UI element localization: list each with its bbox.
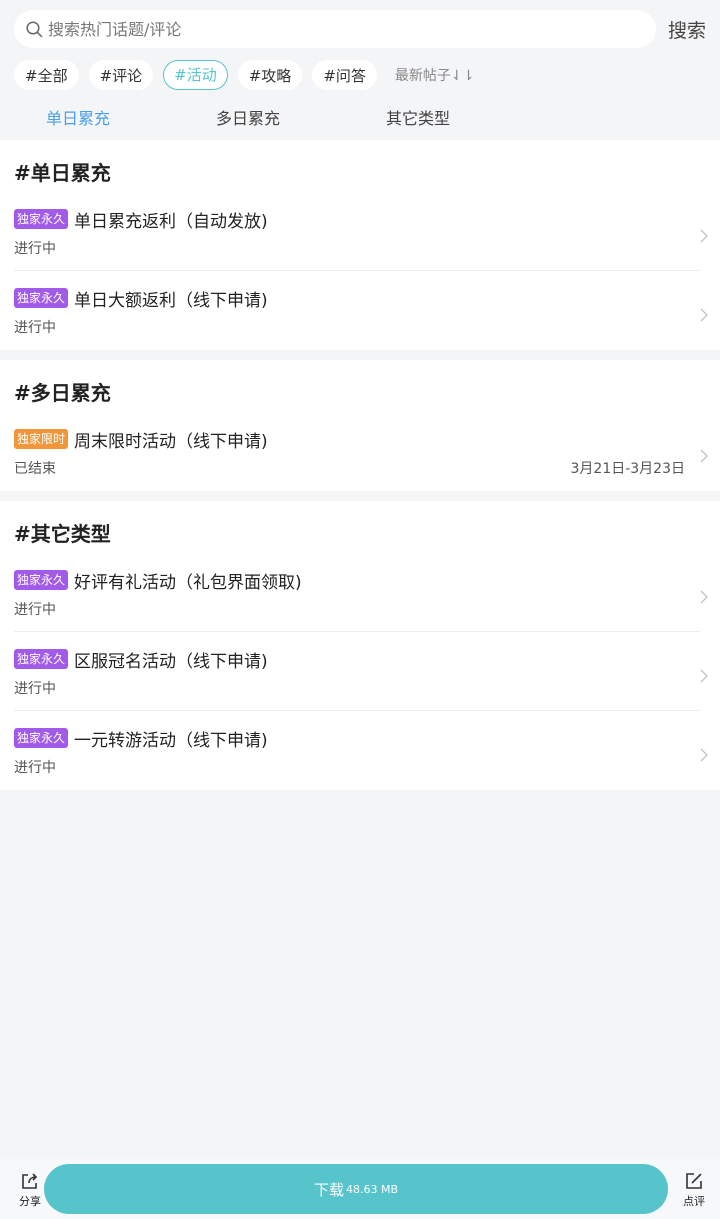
chevron-right-icon (700, 747, 708, 766)
list-item[interactable]: 独家限时 周末限时活动（线下申请) 已结束 3月21日-3月23日 (14, 412, 708, 491)
list-item[interactable]: 独家永久 单日累充返利（自动发放) 进行中 (14, 192, 708, 271)
tag-filter-row: #全部 #评论 #活动 #攻略 #问答 最新帖子⇃⇂ (14, 59, 706, 91)
share-label: 分享 (19, 1195, 41, 1208)
item-title: 好评有礼活动（礼包界面领取) (74, 572, 302, 593)
item-status: 已结束 (14, 461, 56, 477)
section-single-day: #单日累充 独家永久 单日累充返利（自动发放) 进行中 独家永久 单日大额返利（… (0, 140, 720, 350)
section-multi-day: #多日累充 独家限时 周末限时活动（线下申请) 已结束 3月21日-3月23日 (0, 360, 720, 491)
status-badge: 独家永久 (14, 649, 69, 669)
tab-other-types[interactable]: 其它类型 (386, 105, 450, 129)
tab-single-day[interactable]: 单日累充 (46, 105, 110, 129)
chevron-right-icon (700, 448, 708, 467)
item-status: 进行中 (14, 681, 56, 697)
review-label: 点评 (683, 1195, 705, 1208)
download-size: 48.63 MB (345, 1182, 399, 1196)
item-title: 一元转游活动（线下申请) (74, 730, 268, 751)
item-title: 区服冠名活动（线下申请) (74, 651, 268, 672)
item-status: 进行中 (14, 760, 56, 776)
search-input[interactable] (48, 19, 608, 39)
status-badge: 独家限时 (14, 429, 69, 449)
tag-qa[interactable]: #问答 (312, 60, 377, 90)
list-item[interactable]: 独家永久 好评有礼活动（礼包界面领取) 进行中 (14, 553, 708, 632)
section-title: #多日累充 (14, 381, 111, 405)
review-button[interactable]: 点评 (672, 1169, 716, 1209)
status-badge: 独家永久 (14, 288, 69, 308)
chevron-right-icon (700, 668, 708, 687)
item-title: 单日大额返利（线下申请) (74, 290, 268, 311)
section-title: #单日累充 (14, 161, 111, 185)
list-item[interactable]: 独家永久 单日大额返利（线下申请) 进行中 (14, 271, 708, 350)
search-button[interactable]: 搜索 (666, 16, 706, 43)
item-title: 周末限时活动（线下申请) (74, 431, 268, 452)
bottom-action-bar: 分享 下载 48.63 MB 点评 (0, 1159, 720, 1219)
download-label: 下载 (313, 1180, 344, 1199)
list-item[interactable]: 独家永久 区服冠名活动（线下申请) 进行中 (14, 632, 708, 711)
tag-reviews[interactable]: #评论 (88, 60, 154, 90)
chevron-right-icon (700, 228, 708, 247)
top-area: 搜索 #全部 #评论 #活动 #攻略 #问答 最新帖子⇃⇂ 单日累充 多日累充 … (0, 0, 720, 140)
item-status: 进行中 (14, 241, 56, 257)
download-button[interactable]: 下载 48.63 MB (44, 1164, 668, 1214)
search-icon (26, 20, 43, 38)
item-title: 单日累充返利（自动发放) (74, 211, 268, 232)
search-row: 搜索 (14, 10, 706, 48)
chevron-right-icon (700, 307, 708, 326)
item-status: 进行中 (14, 602, 56, 618)
section-title: #其它类型 (14, 522, 111, 546)
chevron-right-icon (700, 589, 708, 608)
tag-activities[interactable]: #活动 (163, 60, 228, 90)
item-status: 进行中 (14, 320, 56, 336)
sort-latest-button[interactable]: 最新帖子⇃⇂ (395, 65, 474, 85)
search-box[interactable] (14, 10, 656, 48)
tab-row: 单日累充 多日累充 其它类型 (14, 94, 706, 140)
list-item[interactable]: 独家永久 一元转游活动（线下申请) 进行中 (14, 711, 708, 790)
edit-review-icon (672, 1171, 716, 1191)
item-date: 3月21日-3月23日 (570, 461, 686, 477)
section-other-types: #其它类型 独家永久 好评有礼活动（礼包界面领取) 进行中 独家永久 区服冠名活… (0, 501, 720, 790)
status-badge: 独家永久 (14, 209, 69, 229)
status-badge: 独家永久 (14, 728, 69, 748)
tab-multi-day[interactable]: 多日累充 (216, 105, 280, 129)
tag-guides[interactable]: #攻略 (237, 60, 303, 90)
tag-all[interactable]: #全部 (14, 60, 79, 90)
status-badge: 独家永久 (14, 570, 69, 590)
